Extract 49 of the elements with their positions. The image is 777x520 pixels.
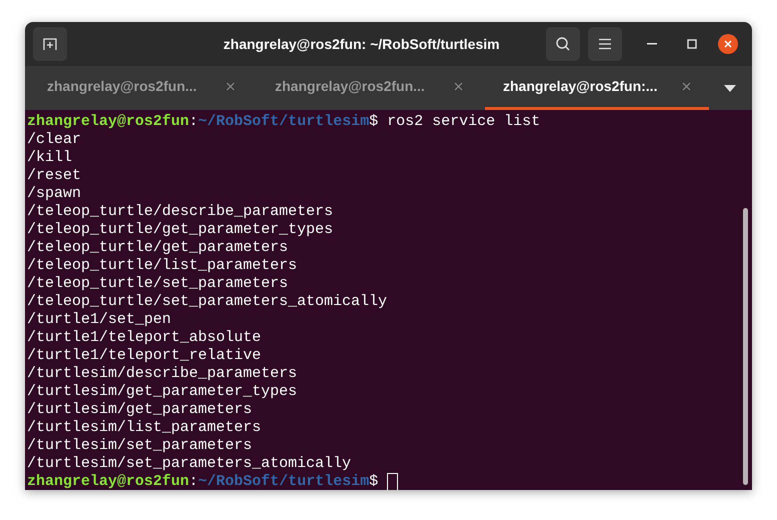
output-line: /teleop_turtle/set_parameters_atomically <box>27 293 388 311</box>
scrollbar-thumb[interactable] <box>743 208 748 485</box>
tab-label: zhangrelay@ros2fun:... <box>503 77 658 96</box>
output-line: /teleop_turtle/list_parameters <box>27 257 298 275</box>
close-icon <box>724 40 732 48</box>
tab-close-icon[interactable] <box>682 82 691 91</box>
window-title: zhangrelay@ros2fun: ~/RobSoft/turtlesim <box>222 34 501 54</box>
output-line: /teleop_turtle/set_parameters <box>27 275 290 293</box>
output-line: /turtlesim/describe_parameters <box>27 365 298 383</box>
tab[interactable]: zhangrelay@ros2fun... <box>29 66 253 110</box>
prompt-separator: : <box>189 473 198 490</box>
tab-close-icon[interactable] <box>454 82 463 91</box>
prompt-separator: : <box>189 113 198 131</box>
prompt-user: zhangrelay@ros2fun <box>27 473 190 490</box>
output-line: /turtlesim/list_parameters <box>27 419 262 437</box>
menu-button[interactable] <box>588 27 622 61</box>
output-line: /turtle1/teleport_absolute <box>27 329 262 347</box>
output-line: /turtlesim/set_parameters <box>27 437 254 455</box>
tab-label: zhangrelay@ros2fun... <box>47 77 197 96</box>
output-line: /spawn <box>27 185 82 203</box>
maximize-icon <box>687 39 697 49</box>
output-line: /clear <box>27 131 82 149</box>
tab[interactable]: zhangrelay@ros2fun... <box>257 66 481 110</box>
new-tab-icon <box>42 36 58 52</box>
prompt-user: zhangrelay@ros2fun <box>27 113 190 131</box>
prompt-path: ~/RobSoft/turtlesim <box>198 113 370 131</box>
output-line: /turtlesim/get_parameter_types <box>27 383 298 401</box>
output-line: /turtle1/set_pen <box>27 311 172 329</box>
menu-icon <box>598 38 612 50</box>
prompt-path: ~/RobSoft/turtlesim <box>198 473 370 490</box>
search-icon <box>555 36 571 52</box>
new-tab-button[interactable] <box>33 27 67 61</box>
output-line: /reset <box>27 167 82 185</box>
dropdown-caret-icon[interactable] <box>724 84 736 92</box>
output-line: /teleop_turtle/get_parameter_types <box>27 221 334 239</box>
prompt-symbol: $ <box>369 113 378 131</box>
output-line: /teleop_turtle/get_parameters <box>27 239 290 257</box>
close-button[interactable] <box>718 34 738 54</box>
tab-close-icon[interactable] <box>226 82 235 91</box>
command-text: ros2 service list <box>387 113 540 131</box>
output-line: /kill <box>27 149 74 167</box>
output-line: /turtlesim/get_parameters <box>27 401 254 419</box>
output-line: /teleop_turtle/describe_parameters <box>27 203 334 221</box>
tab-label: zhangrelay@ros2fun... <box>275 77 425 96</box>
output-line: /turtle1/teleport_relative <box>27 347 262 365</box>
minimize-icon <box>647 43 657 45</box>
search-button[interactable] <box>546 27 580 61</box>
prompt-symbol: $ <box>369 473 378 490</box>
output-line: /turtlesim/set_parameters_atomically <box>27 455 352 473</box>
